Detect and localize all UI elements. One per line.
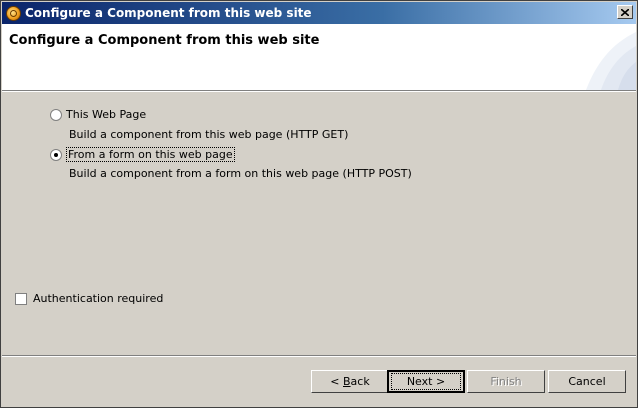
app-icon xyxy=(6,5,21,21)
cancel-label: Cancel xyxy=(568,375,606,388)
footer-separator xyxy=(2,355,636,357)
option-description: Build a component from this web page (HT… xyxy=(69,128,349,141)
close-button[interactable] xyxy=(617,5,633,19)
authentication-label[interactable]: Authentication required xyxy=(33,292,163,305)
close-icon xyxy=(621,8,629,16)
option-label[interactable]: From a form on this web page xyxy=(66,147,235,162)
window-title: Configure a Component from this web site xyxy=(25,6,312,20)
radio-icon[interactable] xyxy=(50,108,62,121)
option-form-on-page[interactable]: From a form on this web page xyxy=(50,147,235,162)
option-description: Build a component from a form on this we… xyxy=(69,167,412,180)
option-this-web-page[interactable]: This Web Page xyxy=(50,108,146,121)
wizard-header: Configure a Component from this web site xyxy=(2,24,636,90)
header-decoration-icon xyxy=(586,32,636,90)
wizard-window: Configure a Component from this web site… xyxy=(0,0,638,408)
authentication-checkbox-row[interactable]: Authentication required xyxy=(15,292,163,305)
back-button[interactable]: < Back xyxy=(311,370,389,393)
next-button[interactable]: Next > xyxy=(387,370,465,393)
finish-label: Finish xyxy=(490,375,522,388)
title-bar[interactable]: Configure a Component from this web site xyxy=(2,2,636,24)
option-label[interactable]: This Web Page xyxy=(66,108,146,121)
finish-button: Finish xyxy=(467,370,545,393)
checkbox-icon[interactable] xyxy=(15,292,27,305)
next-label: Next > xyxy=(391,373,461,390)
radio-icon[interactable] xyxy=(50,148,62,161)
back-label: < Back xyxy=(330,375,370,388)
header-separator xyxy=(2,90,636,92)
radio-selected-dot xyxy=(54,152,58,157)
cancel-button[interactable]: Cancel xyxy=(548,370,626,393)
page-title: Configure a Component from this web site xyxy=(9,33,320,48)
